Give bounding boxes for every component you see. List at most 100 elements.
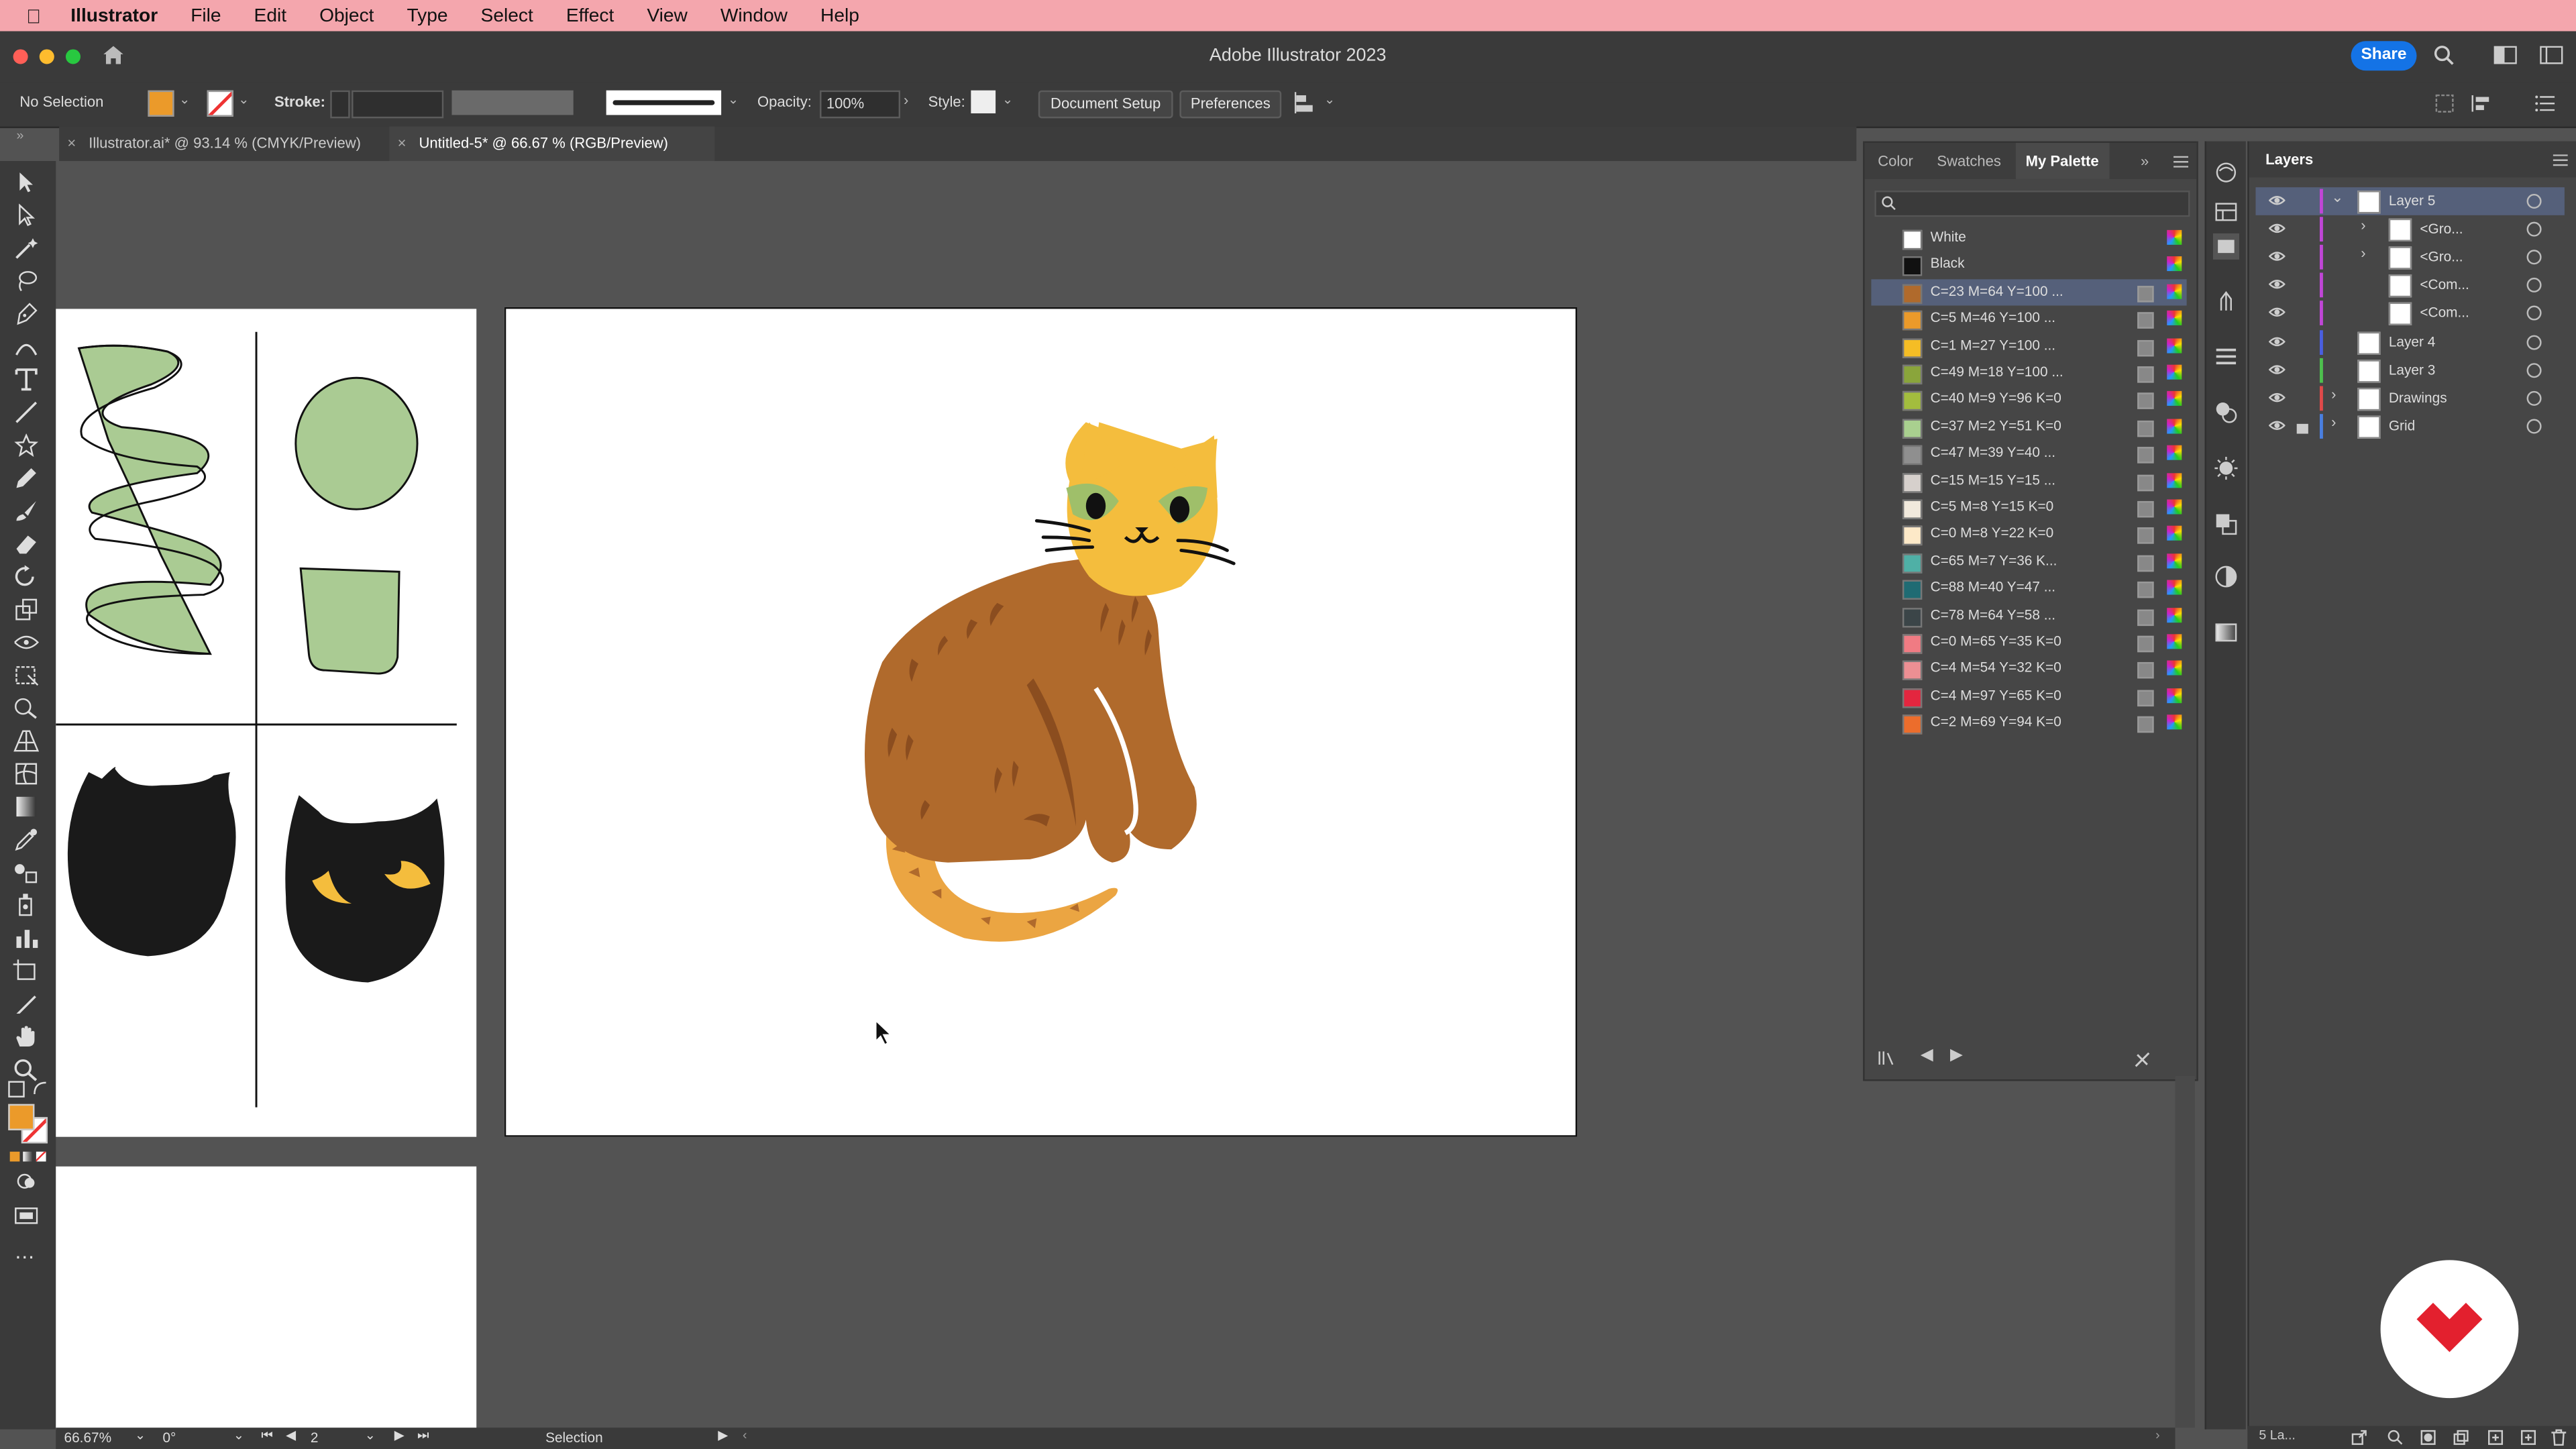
- chevron-right-icon[interactable]: ›: [904, 92, 908, 108]
- unlink-icon[interactable]: [2134, 1051, 2150, 1067]
- layer-name[interactable]: Layer 3: [2389, 361, 2435, 377]
- pathfinder-icon[interactable]: [2214, 513, 2237, 535]
- swatch-row[interactable]: C=88 M=40 Y=47 ...: [1871, 576, 2186, 602]
- swatch-color-chip[interactable]: [1902, 257, 1923, 277]
- locate-object-icon[interactable]: [2387, 1430, 2403, 1446]
- eraser-tool-icon[interactable]: [13, 532, 40, 555]
- minimize-window-button[interactable]: [39, 49, 54, 64]
- swatch-color-chip[interactable]: [1902, 526, 1923, 547]
- target-icon[interactable]: [2526, 278, 2542, 293]
- layer-name[interactable]: <Com...: [2420, 305, 2469, 321]
- swatch-color-chip[interactable]: [1902, 445, 1923, 466]
- menu-object[interactable]: Object: [319, 6, 374, 25]
- scroll-left-icon[interactable]: ‹: [743, 1428, 747, 1442]
- magic-wand-tool-icon[interactable]: [13, 237, 40, 260]
- swatch-color-chip[interactable]: [1902, 580, 1923, 600]
- opacity-label[interactable]: Opacity:: [757, 94, 812, 110]
- swatch-color-chip[interactable]: [1902, 284, 1923, 304]
- properties-icon[interactable]: [2214, 201, 2237, 223]
- layer-row[interactable]: › <Gro...: [2255, 244, 2564, 272]
- close-tab-icon[interactable]: ×: [398, 127, 407, 161]
- swatch-row[interactable]: White: [1871, 225, 2186, 252]
- chevron-right-icon[interactable]: ›: [2331, 414, 2336, 430]
- zoom-tool-icon[interactable]: [13, 1058, 40, 1081]
- visibility-eye-icon[interactable]: [2269, 389, 2286, 405]
- layer-name[interactable]: Drawings: [2389, 389, 2447, 405]
- swatch-color-chip[interactable]: [1902, 337, 1923, 358]
- swatch-color-chip[interactable]: [1902, 311, 1923, 331]
- lasso-tool-icon[interactable]: [13, 270, 40, 292]
- curvature-tool-icon[interactable]: [13, 335, 40, 358]
- swatch-color-chip[interactable]: [1902, 229, 1923, 250]
- layer-row[interactable]: › Grid: [2255, 412, 2564, 440]
- chevron-down-icon[interactable]: ⌄: [135, 1428, 146, 1442]
- collect-in-new-layer-icon[interactable]: [2453, 1430, 2469, 1446]
- color-mode-icon[interactable]: [9, 1151, 20, 1162]
- layer-row[interactable]: › <Gro...: [2255, 215, 2564, 244]
- swatch-libraries-icon[interactable]: [1878, 1050, 1897, 1066]
- layer-name[interactable]: Layer 4: [2389, 333, 2435, 349]
- preferences-button[interactable]: Preferences: [1179, 90, 1282, 119]
- chevron-down-icon[interactable]: ⌄: [238, 92, 249, 107]
- swatch-row[interactable]: C=2 M=69 Y=94 K=0: [1871, 710, 2186, 736]
- layer-name[interactable]: <Gro...: [2420, 248, 2463, 264]
- rotate-tool-icon[interactable]: [13, 565, 40, 588]
- transparency-icon[interactable]: [2214, 565, 2237, 588]
- tab-illustrator-ai[interactable]: × Illustrator.ai* @ 93.14 % (CMYK/Previe…: [59, 127, 411, 161]
- zoom-window-button[interactable]: [65, 49, 81, 64]
- swatch-color-chip[interactable]: [1902, 661, 1923, 681]
- swatches-panel-icon[interactable]: [2212, 233, 2239, 260]
- edit-toolbar-icon[interactable]: ⋯: [15, 1245, 36, 1268]
- panel-menu-icon[interactable]: [2174, 156, 2189, 168]
- swatch-row[interactable]: C=23 M=64 Y=100 ...: [1871, 278, 2187, 306]
- chevron-down-icon[interactable]: ⌄: [1324, 92, 1335, 107]
- zoom-level-input[interactable]: 66.67%: [64, 1430, 130, 1446]
- swatch-row[interactable]: Black: [1871, 252, 2186, 278]
- swatch-color-chip[interactable]: [1902, 391, 1923, 412]
- target-icon[interactable]: [2526, 221, 2542, 237]
- visibility-eye-icon[interactable]: [2269, 333, 2286, 349]
- target-icon[interactable]: [2526, 390, 2542, 406]
- star-tool-icon[interactable]: [13, 433, 40, 457]
- menu-app-name[interactable]: Illustrator: [70, 6, 158, 25]
- chevron-right-icon[interactable]: ›: [2361, 217, 2365, 233]
- export-icon[interactable]: [2351, 1430, 2367, 1446]
- swatch-row[interactable]: C=1 M=27 Y=100 ...: [1871, 333, 2186, 359]
- stroke-weight-input[interactable]: [352, 90, 444, 119]
- make-clipping-mask-icon[interactable]: [2420, 1430, 2436, 1446]
- stroke-weight-stepper[interactable]: [330, 90, 350, 119]
- document-setup-button[interactable]: Document Setup: [1038, 90, 1173, 119]
- align-icon[interactable]: [1294, 92, 1318, 113]
- variable-width-dropdown[interactable]: [451, 90, 574, 115]
- screen-mode-icon[interactable]: [15, 1208, 38, 1224]
- previous-swatch-icon[interactable]: ◀: [1921, 1046, 1933, 1065]
- swatch-color-chip[interactable]: [1902, 714, 1923, 735]
- visibility-eye-icon[interactable]: [2269, 248, 2286, 264]
- symbol-sprayer-tool-icon[interactable]: [13, 894, 40, 916]
- swatch-color-chip[interactable]: [1902, 472, 1923, 492]
- layer-name[interactable]: <Gro...: [2420, 220, 2463, 236]
- layer-row[interactable]: ⌄ Layer 5: [2255, 187, 2565, 215]
- gradient-tool-icon[interactable]: [13, 795, 40, 818]
- blend-tool-icon[interactable]: [13, 861, 40, 883]
- swatch-color-chip[interactable]: [1902, 364, 1923, 385]
- target-icon[interactable]: [2526, 250, 2542, 265]
- target-icon[interactable]: [2526, 334, 2542, 350]
- distribute-icon[interactable]: [2471, 94, 2493, 113]
- menu-effect[interactable]: Effect: [566, 6, 614, 25]
- brush-definition-dropdown[interactable]: [606, 90, 722, 115]
- free-transform-tool-icon[interactable]: [13, 663, 40, 686]
- swap-fill-stroke-icon[interactable]: [33, 1081, 48, 1095]
- swatch-row[interactable]: C=47 M=39 Y=40 ...: [1871, 441, 2186, 467]
- line-segment-tool-icon[interactable]: [13, 401, 40, 424]
- swatch-row[interactable]: C=0 M=8 Y=22 K=0: [1871, 521, 2186, 547]
- tab-untitled-5[interactable]: × Untitled-5* @ 66.67 % (RGB/Preview): [389, 126, 715, 162]
- first-artboard-icon[interactable]: ⏮: [261, 1428, 273, 1444]
- layer-name[interactable]: Layer 5: [2389, 193, 2435, 209]
- slice-tool-icon[interactable]: [13, 992, 40, 1015]
- vertical-scrollbar[interactable]: [2175, 1076, 2195, 1428]
- menu-view[interactable]: View: [647, 6, 688, 25]
- visibility-eye-icon[interactable]: [2269, 220, 2286, 236]
- layer-row[interactable]: Layer 3: [2255, 356, 2564, 384]
- type-tool-icon[interactable]: [13, 368, 40, 391]
